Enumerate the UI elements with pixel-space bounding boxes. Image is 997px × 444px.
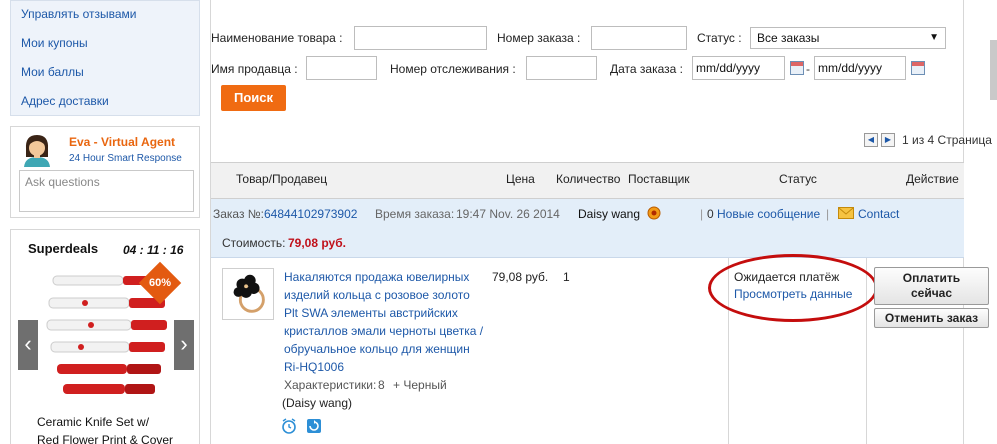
cost-label: Стоимость: xyxy=(222,236,286,250)
header-divider: | xyxy=(700,207,704,221)
dropdown-arrow-icon: ▼ xyxy=(929,32,939,43)
pay-now-button[interactable]: Оплатить сейчас xyxy=(874,267,989,305)
product-name-link[interactable]: Накаляются продажа ювелирных изделий кол… xyxy=(284,268,489,376)
agent-name: Eva - Virtual Agent xyxy=(69,135,176,149)
calendar-from-icon[interactable] xyxy=(790,61,804,75)
order-number-link[interactable]: 64844102973902 xyxy=(264,207,357,221)
date-from-input[interactable]: mm/dd/yyyy xyxy=(692,56,785,80)
contact-link[interactable]: Contact xyxy=(858,207,899,221)
order-seller[interactable]: Daisy wang xyxy=(578,207,640,221)
column-header-product: Товар/Продавец xyxy=(236,172,328,186)
product-color: + Черный xyxy=(393,378,447,392)
superdeals-title: Superdeals xyxy=(28,241,99,256)
order-cost: 79,08 руб. xyxy=(288,236,346,250)
product-thumbnail[interactable] xyxy=(222,268,274,320)
order-time-caption: Время заказа: xyxy=(375,207,455,221)
order-date-label: Дата заказа : xyxy=(610,62,683,76)
search-button[interactable]: Поиск xyxy=(221,85,286,111)
order-number-caption: Заказ №: xyxy=(213,207,265,221)
product-seller: (Daisy wang) xyxy=(282,396,353,410)
column-header-supplier: Поставщик xyxy=(628,172,690,186)
chevron-right-icon[interactable]: › xyxy=(174,320,194,370)
column-header-price: Цена xyxy=(506,172,535,186)
product-name-label: Наименование товара : xyxy=(211,31,343,45)
header-divider-2: | xyxy=(826,207,830,221)
annotation-ellipse xyxy=(708,254,878,322)
tracking-number-label: Номер отслеживания : xyxy=(390,62,516,76)
prev-page-icon[interactable]: ◀ xyxy=(864,133,878,147)
virtual-agent-panel: Eva - Virtual Agent 24 Hour Smart Respon… xyxy=(10,126,200,218)
chevron-left-icon[interactable]: ‹ xyxy=(18,320,38,370)
sidebar-item-manage-reviews[interactable]: Управлять отзывами xyxy=(21,7,137,21)
product-quantity: 1 xyxy=(563,270,570,284)
order-number-input[interactable] xyxy=(591,26,687,50)
column-header-status: Статус xyxy=(779,172,817,186)
next-page-icon[interactable]: ▶ xyxy=(881,133,895,147)
page-indicator: 1 из 4 Страница xyxy=(902,133,992,147)
order-number-label: Номер заказа : xyxy=(497,31,581,45)
cancel-order-button[interactable]: Отменить заказ xyxy=(874,308,989,328)
agent-subtitle: 24 Hour Smart Response xyxy=(69,153,182,164)
product-specs-value: 8 xyxy=(378,378,385,392)
date-separator: - xyxy=(806,62,810,76)
alarm-clock-icon[interactable] xyxy=(281,418,297,434)
new-messages-count: 0 xyxy=(707,207,714,221)
superdeals-panel: Superdeals 04 : 11 : 16 60% ‹ › Ceramic … xyxy=(10,229,200,444)
ask-questions-input[interactable]: Ask questions xyxy=(19,170,194,212)
scrollbar-thumb[interactable] xyxy=(990,40,997,100)
new-messages-link[interactable]: Новые сообщение xyxy=(717,207,820,221)
product-specs-label: Характеристики: xyxy=(284,378,377,392)
seller-name-label: Имя продавца : xyxy=(211,62,298,76)
order-time: 19:47 Nov. 26 2014 xyxy=(456,207,560,221)
agent-avatar xyxy=(24,135,50,167)
column-header-quantity: Количество xyxy=(556,172,621,186)
column-header-action: Действие xyxy=(906,172,959,186)
refresh-icon[interactable] xyxy=(306,418,322,434)
deal-caption[interactable]: Ceramic Knife Set w/ Red Flower Print & … xyxy=(37,413,173,444)
product-name-input[interactable] xyxy=(354,26,487,50)
sidebar-item-my-points[interactable]: Мои баллы xyxy=(21,65,84,79)
product-price: 79,08 руб. xyxy=(492,270,549,284)
status-label: Статус : xyxy=(697,31,742,45)
superdeals-timer: 04 : 11 : 16 xyxy=(123,243,184,257)
calendar-to-icon[interactable] xyxy=(911,61,925,75)
seller-name-input[interactable] xyxy=(306,56,377,80)
mail-icon[interactable] xyxy=(838,207,854,219)
sidebar-item-my-coupons[interactable]: Мои купоны xyxy=(21,36,88,50)
ring-image xyxy=(233,274,265,313)
date-to-input[interactable]: mm/dd/yyyy xyxy=(814,56,906,80)
tracking-number-input[interactable] xyxy=(526,56,597,80)
sidebar-menu: Управлять отзывами Мои купоны Мои баллы … xyxy=(10,0,200,116)
sidebar-item-shipping-address[interactable]: Адрес доставки xyxy=(21,94,109,108)
status-select[interactable]: Все заказы ▼ xyxy=(750,27,946,49)
seller-status-icon[interactable] xyxy=(647,206,661,220)
